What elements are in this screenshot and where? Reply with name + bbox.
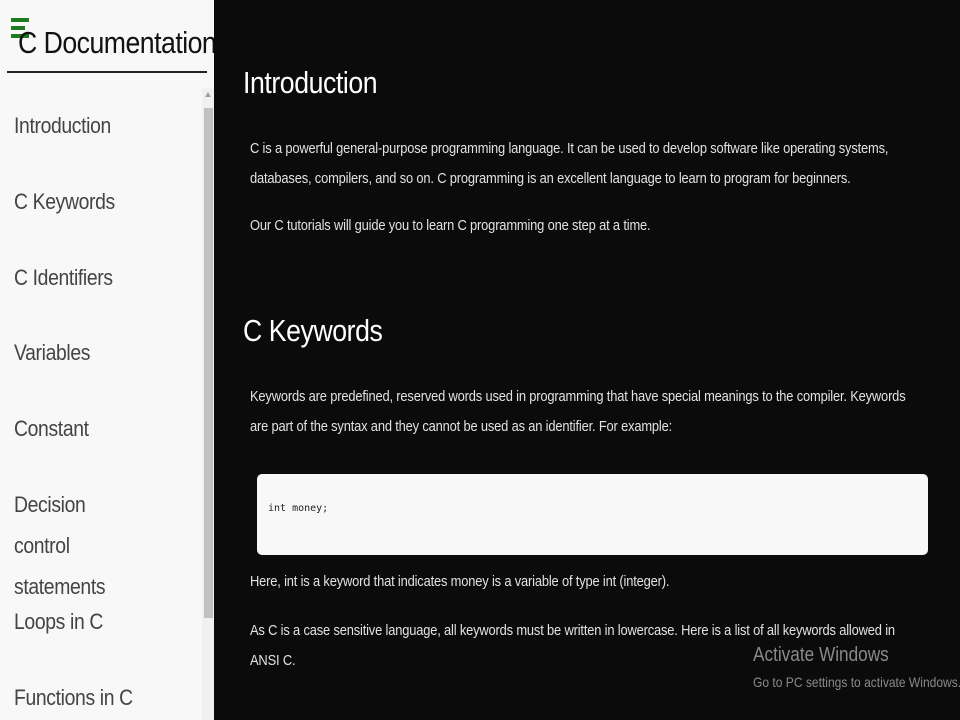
sidebar-item-introduction[interactable]: Introduction	[14, 105, 172, 146]
intro-paragraph-2: Our C tutorials will guide you to learn …	[250, 217, 651, 234]
sidebar-item-c-identifiers[interactable]: C Identifiers	[14, 257, 172, 298]
sidebar-item-c-keywords[interactable]: C Keywords	[14, 181, 172, 222]
main-content: Introduction C is a powerful general-pur…	[214, 0, 960, 720]
sidebar-item-constant[interactable]: Constant	[14, 408, 172, 449]
sidebar: C Documentation Introduction C Keywords …	[0, 0, 214, 720]
keywords-explanation: Here, int is a keyword that indicates mo…	[250, 573, 670, 590]
code-block: int money;	[257, 474, 928, 555]
sidebar-nav: Introduction C Keywords C Identifiers Va…	[0, 76, 202, 720]
sidebar-item-decision-control[interactable]: Decision control statements	[14, 484, 137, 607]
section-heading-introduction: Introduction	[243, 65, 378, 100]
sidebar-scrollbar[interactable]	[202, 88, 214, 720]
activate-windows-subtitle: Go to PC settings to activate Windows.	[753, 674, 960, 690]
keywords-paragraph: Keywords are predefined, reserved words …	[250, 388, 906, 435]
section-heading-c-keywords: C Keywords	[243, 313, 383, 348]
sidebar-item-functions[interactable]: Functions in C	[14, 677, 172, 718]
code-sample: int money;	[268, 503, 329, 514]
sidebar-item-variables[interactable]: Variables	[14, 332, 172, 373]
sidebar-item-loops[interactable]: Loops in C	[14, 601, 172, 642]
scrollbar-thumb[interactable]	[204, 108, 213, 618]
sidebar-header: C Documentation	[0, 0, 214, 76]
header-divider	[7, 71, 207, 73]
activate-windows-title: Activate Windows	[753, 644, 889, 666]
site-title[interactable]: C Documentation	[18, 23, 214, 63]
scroll-up-arrow-icon[interactable]	[205, 92, 211, 97]
intro-paragraph-1: C is a powerful general-purpose programm…	[250, 140, 889, 187]
